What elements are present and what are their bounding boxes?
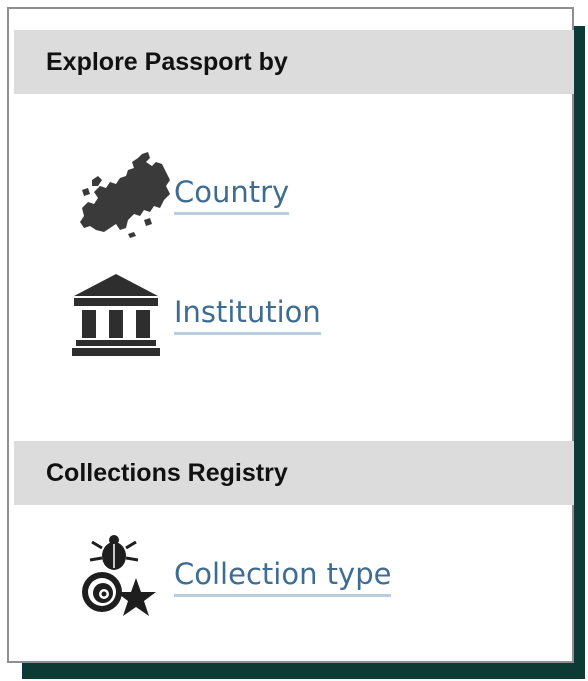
institution-building-icon [70, 270, 174, 360]
institution-link[interactable]: Institution [174, 295, 321, 335]
explore-item-institution[interactable]: Institution [70, 270, 321, 360]
explore-item-collection-type[interactable]: Collection type [70, 532, 392, 622]
section-title: Collections Registry [46, 458, 288, 487]
section-header-explore-passport: Explore Passport by [14, 30, 574, 94]
europe-map-icon [70, 150, 174, 240]
section-title: Explore Passport by [46, 47, 288, 76]
section-header-collections-registry: Collections Registry [14, 441, 574, 505]
explore-item-country[interactable]: Country [70, 150, 290, 240]
collection-type-link[interactable]: Collection type [174, 557, 392, 597]
country-link[interactable]: Country [174, 175, 290, 215]
collection-type-icon [70, 532, 174, 622]
